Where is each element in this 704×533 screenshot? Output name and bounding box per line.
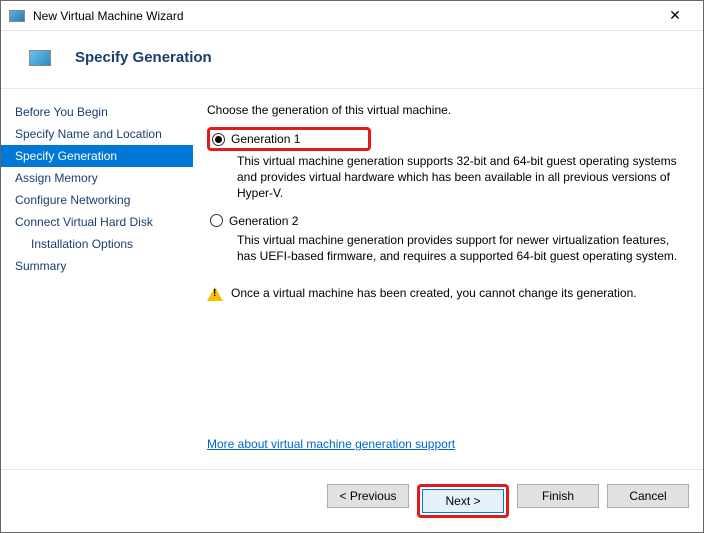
highlight-next: Next > [417,484,509,518]
window-title: New Virtual Machine Wizard [33,9,655,23]
generation-radiogroup: Generation 1 This virtual machine genera… [207,127,689,274]
wizard-main: Choose the generation of this virtual ma… [193,89,703,469]
titlebar: New Virtual Machine Wizard ✕ [1,1,703,31]
step-connect-vhd[interactable]: Connect Virtual Hard Disk [1,211,193,233]
close-button[interactable]: ✕ [655,2,695,30]
step-assign-memory[interactable]: Assign Memory [1,167,193,189]
warning-icon [207,287,223,301]
step-name-location[interactable]: Specify Name and Location [1,123,193,145]
wizard-steps: Before You Begin Specify Name and Locati… [1,89,193,469]
cancel-button[interactable]: Cancel [607,484,689,508]
wizard-body: Before You Begin Specify Name and Locati… [1,89,703,469]
radio-generation-1-label: Generation 1 [231,132,300,146]
header-icon [29,50,51,66]
page-title: Specify Generation [75,49,212,66]
step-configure-networking[interactable]: Configure Networking [1,189,193,211]
radio-generation-1[interactable] [212,133,225,146]
radio-generation-2-label: Generation 2 [229,214,298,228]
previous-button[interactable]: < Previous [327,484,409,508]
warning-row: Once a virtual machine has been created,… [207,286,689,301]
wizard-header: Specify Generation [1,31,703,89]
prompt-text: Choose the generation of this virtual ma… [207,103,689,117]
more-info-link[interactable]: More about virtual machine generation su… [207,437,689,451]
finish-button[interactable]: Finish [517,484,599,508]
highlight-gen1: Generation 1 [207,127,371,151]
gen2-description: This virtual machine generation provides… [237,230,689,274]
step-summary[interactable]: Summary [1,255,193,277]
wizard-window: New Virtual Machine Wizard ✕ Specify Gen… [0,0,704,533]
warning-text: Once a virtual machine has been created,… [231,286,637,300]
wizard-footer: < Previous Next > Finish Cancel [1,469,703,532]
step-installation-options[interactable]: Installation Options [1,233,193,255]
step-before-you-begin[interactable]: Before You Begin [1,101,193,123]
spacer [207,301,689,437]
app-icon [9,10,25,22]
radio-row-gen2: Generation 2 [210,212,689,230]
radio-generation-2[interactable] [210,214,223,227]
step-specify-generation[interactable]: Specify Generation [1,145,193,167]
next-button[interactable]: Next > [422,489,504,513]
gen1-description: This virtual machine generation supports… [237,151,689,212]
